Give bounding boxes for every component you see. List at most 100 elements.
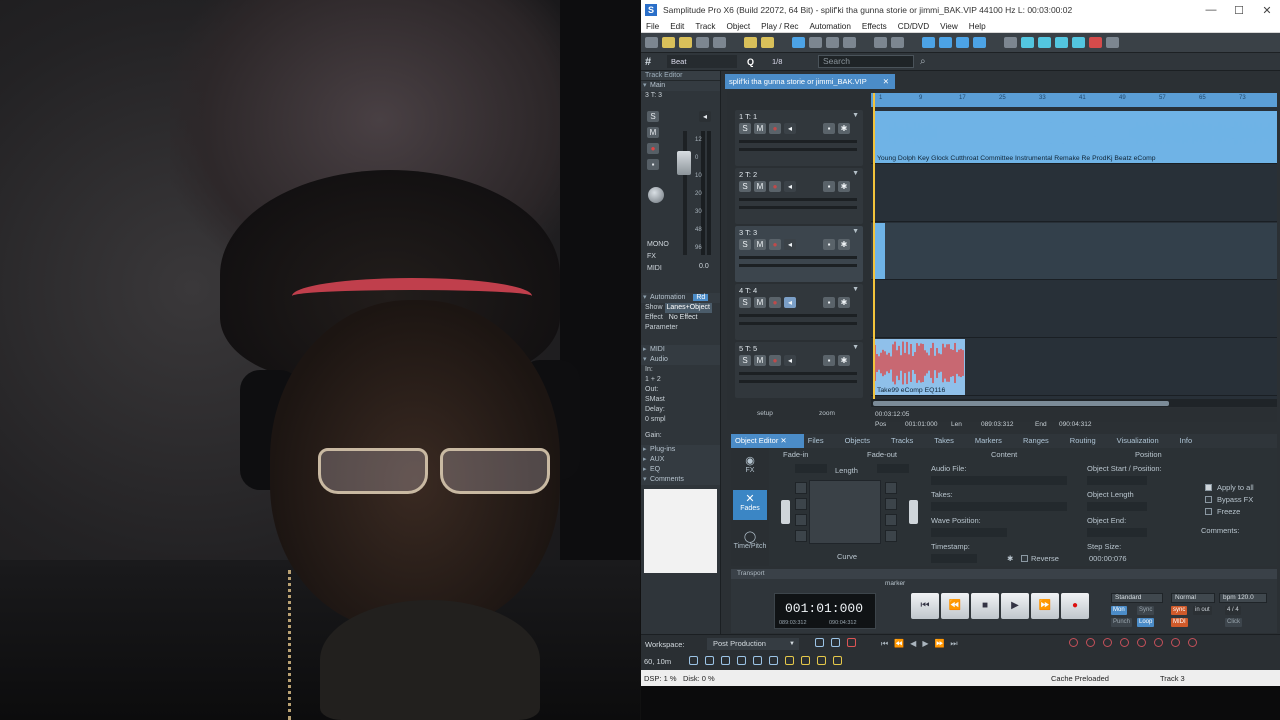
solo-button[interactable]: S xyxy=(647,111,659,122)
bypass-fx-checkbox[interactable] xyxy=(1205,496,1212,503)
tool-5-icon[interactable] xyxy=(753,656,762,665)
automation-effect[interactable]: Effect No Effect xyxy=(641,313,720,323)
in-out-label[interactable]: in out xyxy=(1193,606,1212,615)
marker-4-icon[interactable] xyxy=(1120,638,1129,647)
audio-out-select[interactable]: SMast xyxy=(641,395,720,405)
wave-position-field[interactable] xyxy=(931,528,1007,537)
fade-shape-2-icon[interactable] xyxy=(795,498,807,510)
track-header[interactable]: 4 T: 4 ▼ S M ● ◂ ▪ ✱ xyxy=(735,284,863,340)
object-editor-tab[interactable]: Tracks xyxy=(887,434,930,448)
fx-tab[interactable]: ◉ FX xyxy=(733,452,767,482)
track-menu-icon[interactable]: ▼ xyxy=(852,286,859,293)
audio-delay-value[interactable]: 0 smpl xyxy=(641,415,720,425)
standard-select[interactable]: Standard xyxy=(1111,593,1163,603)
object-length-field[interactable] xyxy=(1087,502,1147,511)
end-value[interactable]: 090:04:312 xyxy=(1059,421,1092,428)
track-name[interactable]: 1 T: 1 xyxy=(739,112,757,121)
monitor-button[interactable]: ◂ xyxy=(784,355,796,366)
mute-button[interactable]: M xyxy=(754,123,766,134)
workspace-select[interactable]: Post Production ▼ xyxy=(707,638,799,650)
settings-icon[interactable]: ✱ xyxy=(1007,554,1013,563)
close-button[interactable]: ✕ xyxy=(1253,4,1280,17)
audio-section[interactable]: Audio xyxy=(641,355,720,365)
track-name[interactable]: 3 T: 3 xyxy=(739,228,757,237)
solo-button[interactable]: S xyxy=(739,355,751,366)
time-pitch-tab[interactable]: ◯ Time/Pitch xyxy=(733,528,767,558)
tool-3-icon[interactable] xyxy=(721,656,730,665)
fade-out-slider[interactable] xyxy=(909,500,918,524)
mono-button[interactable]: MONO xyxy=(647,241,669,248)
menu-cd-dvd[interactable]: CD/DVD xyxy=(898,22,929,31)
menu-help[interactable]: Help xyxy=(969,22,986,31)
zoom-in-icon[interactable] xyxy=(922,37,935,48)
cut-tool-icon[interactable] xyxy=(744,37,757,48)
minimize-button[interactable]: — xyxy=(1197,4,1225,16)
track-menu-icon[interactable]: ▼ xyxy=(852,112,859,119)
zoom-track-icon[interactable] xyxy=(956,37,969,48)
track-header[interactable]: 5 T: 5 ▼ S M ● ◂ ▪ ✱ xyxy=(735,342,863,398)
loop-icon[interactable] xyxy=(1055,37,1068,48)
mon-button[interactable]: Mon xyxy=(1111,606,1127,615)
menu-effects[interactable]: Effects xyxy=(862,22,887,31)
monitor-button[interactable]: ◂ xyxy=(784,297,796,308)
solo-button[interactable]: S xyxy=(739,123,751,134)
inspector-main-section[interactable]: Main xyxy=(641,81,720,91)
range-mode-icon[interactable] xyxy=(809,37,822,48)
go-to-start-button[interactable]: ⏮ xyxy=(911,593,939,619)
track-lane[interactable] xyxy=(871,223,1277,280)
audio-in-select[interactable]: 1 + 2 xyxy=(641,375,720,385)
fade-in-length-field[interactable] xyxy=(795,464,827,473)
universal-mode-icon[interactable] xyxy=(792,37,805,48)
record-arm-button[interactable]: ● xyxy=(769,239,781,250)
marker-1-icon[interactable] xyxy=(1069,638,1078,647)
time-display[interactable]: 001:01:000 089:03:312 090:04:312 xyxy=(774,593,876,629)
maximize-button[interactable]: ☐ xyxy=(1225,4,1253,17)
track-name[interactable]: 4 T: 4 xyxy=(739,286,757,295)
view-grid-icon[interactable] xyxy=(815,638,824,647)
object-editor-tab[interactable]: Visualization xyxy=(1113,434,1176,448)
lock-icon[interactable]: ▪ xyxy=(823,123,835,134)
solo-button[interactable]: S xyxy=(739,181,751,192)
horizontal-scrollbar[interactable] xyxy=(871,399,1277,407)
grid-icon[interactable] xyxy=(1004,37,1017,48)
zoom-all-icon[interactable] xyxy=(973,37,986,48)
monitor-button[interactable]: ◂ xyxy=(784,181,796,192)
automation-parameter[interactable]: Parameter xyxy=(641,323,720,333)
time-signature[interactable]: 4 / 4 xyxy=(1225,606,1241,615)
normal-select[interactable]: Normal xyxy=(1171,593,1215,603)
object-editor-tab[interactable]: Routing xyxy=(1066,434,1113,448)
track-pan-slider[interactable] xyxy=(739,322,857,325)
timeline-ruler[interactable]: 1 9 17 25 33 41 49 57 65 73 xyxy=(871,93,1277,107)
track-volume-slider[interactable] xyxy=(739,198,857,201)
save-icon[interactable] xyxy=(696,37,709,48)
monitor-button[interactable]: ◂ xyxy=(784,123,796,134)
zoom-out-icon[interactable] xyxy=(939,37,952,48)
stop-button[interactable]: ■ xyxy=(971,593,999,619)
lock-icon[interactable]: ▪ xyxy=(823,355,835,366)
mute-button[interactable]: M xyxy=(754,355,766,366)
grid-icon[interactable]: # xyxy=(645,56,659,68)
settings-icon[interactable]: ✱ xyxy=(838,181,850,192)
pencil-tool-icon[interactable] xyxy=(761,37,774,48)
track-lane[interactable] xyxy=(871,165,1277,222)
fades-tab[interactable]: ✕ Fades xyxy=(733,490,767,520)
fast-forward-button[interactable]: ⏩ xyxy=(1031,593,1059,619)
track-header[interactable]: 3 T: 3 ▼ S M ● ◂ ▪ ✱ xyxy=(735,226,863,282)
plugins-section[interactable]: Plug-ins xyxy=(641,445,720,455)
reverse-checkbox[interactable] xyxy=(1021,555,1028,562)
cross-icon[interactable] xyxy=(1072,37,1085,48)
menu-automation[interactable]: Automation xyxy=(809,22,850,31)
fade-shape-3-icon[interactable] xyxy=(795,514,807,526)
fade-out-length-field[interactable] xyxy=(877,464,909,473)
record-arm-button[interactable]: ● xyxy=(769,297,781,308)
track-volume-slider[interactable] xyxy=(739,314,857,317)
midi-button[interactable]: MIDI xyxy=(647,265,662,272)
tool-6-icon[interactable] xyxy=(769,656,778,665)
marker-6-icon[interactable] xyxy=(1154,638,1163,647)
quantize-select[interactable]: 1/8 xyxy=(772,57,808,66)
menu-edit[interactable]: Edit xyxy=(670,22,684,31)
tool-2-icon[interactable] xyxy=(705,656,714,665)
object-editor-tab[interactable]: Object Editor ✕ xyxy=(731,434,804,448)
menu-play-rec[interactable]: Play / Rec xyxy=(761,22,798,31)
eq-section[interactable]: EQ xyxy=(641,465,720,475)
